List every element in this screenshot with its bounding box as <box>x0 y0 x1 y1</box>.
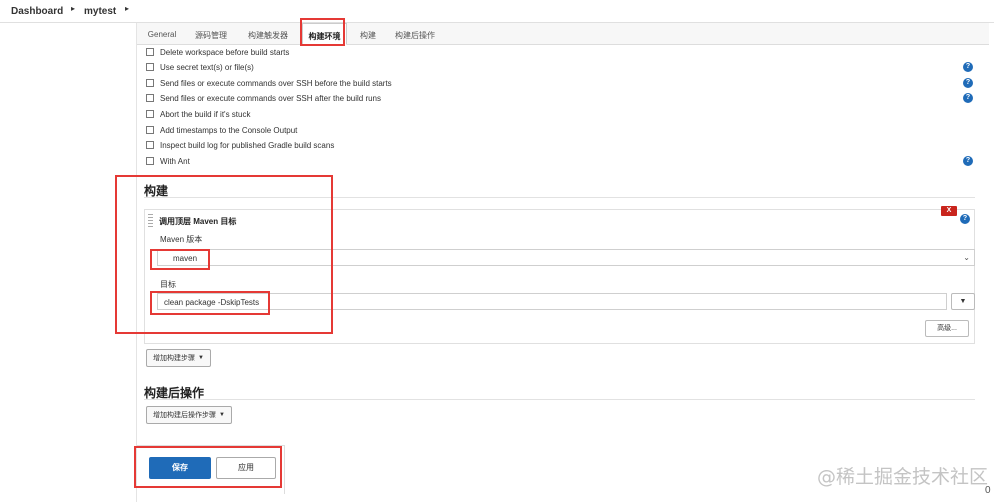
option-ssh-before[interactable]: Send files or execute commands over SSH … <box>146 77 392 89</box>
breadcrumb-dashboard-link[interactable]: Dashboard <box>11 6 63 17</box>
option-label: Use secret text(s) or file(s) <box>160 62 254 72</box>
build-step-title: 调用顶层 Maven 目标 <box>159 217 237 226</box>
breadcrumb: Dashboard ▸ mytest ▸ <box>0 0 994 23</box>
tab-general[interactable]: General <box>143 23 181 45</box>
breadcrumb-job-link[interactable]: mytest <box>84 6 116 17</box>
checkbox[interactable] <box>146 126 154 134</box>
option-label: Delete workspace before build starts <box>160 47 290 57</box>
maven-version-label: Maven 版本 <box>160 235 203 244</box>
option-label: Send files or execute commands over SSH … <box>160 78 392 88</box>
goals-value: clean package -DskipTests <box>164 298 260 307</box>
add-build-step-button[interactable]: 增加构建步骤 ▼ <box>146 349 211 367</box>
option-label: With Ant <box>160 156 190 166</box>
option-ssh-after[interactable]: Send files or execute commands over SSH … <box>146 92 381 104</box>
maven-version-value: maven <box>173 254 198 263</box>
option-with-ant[interactable]: With Ant <box>146 155 190 167</box>
chevron-down-icon: ⌄ <box>963 253 970 262</box>
section-divider <box>144 197 975 198</box>
section-divider <box>144 399 975 400</box>
drag-handle-icon[interactable] <box>148 214 153 227</box>
goals-label: 目标 <box>160 280 176 289</box>
help-icon[interactable]: ? <box>963 78 973 88</box>
apply-button[interactable]: 应用 <box>216 457 276 479</box>
checkbox[interactable] <box>146 157 154 165</box>
checkbox[interactable] <box>146 110 154 118</box>
chevron-right-icon[interactable]: ▸ <box>71 4 75 13</box>
maven-build-step: 调用顶层 Maven 目标 X ? Maven 版本 maven ⌄ 目标 cl… <box>144 206 975 344</box>
advanced-button[interactable]: 高级... <box>925 320 969 337</box>
edge-glyph: 0 <box>985 485 991 496</box>
tab-post-build[interactable]: 构建后操作 <box>389 23 441 45</box>
job-config-panel: General 源码管理 构建触发器 构建环境 构建 构建后操作 Delete … <box>136 23 989 502</box>
goals-input[interactable]: clean package -DskipTests <box>157 293 947 310</box>
checkbox[interactable] <box>146 63 154 71</box>
help-icon[interactable]: ? <box>963 62 973 72</box>
add-post-build-step-label: 增加构建后操作步骤 <box>153 412 216 419</box>
form-action-bar: 保存 应用 <box>137 445 285 494</box>
caret-down-icon: ▼ <box>198 355 204 361</box>
caret-down-icon: ▼ <box>219 412 225 418</box>
option-secret-text[interactable]: Use secret text(s) or file(s) <box>146 61 254 73</box>
tab-source-control[interactable]: 源码管理 <box>190 23 232 45</box>
option-gradle-scans[interactable]: Inspect build log for published Gradle b… <box>146 139 334 151</box>
delete-step-button[interactable]: X <box>941 206 957 216</box>
watermark-text: @稀土掘金技术社区 <box>817 466 989 488</box>
config-tabs: General 源码管理 构建触发器 构建环境 构建 构建后操作 <box>137 23 989 45</box>
option-delete-workspace[interactable]: Delete workspace before build starts <box>146 46 289 58</box>
chevron-right-icon[interactable]: ▸ <box>125 4 129 13</box>
option-label: Send files or execute commands over SSH … <box>160 93 381 103</box>
option-label: Abort the build if it's stuck <box>160 109 251 119</box>
save-button[interactable]: 保存 <box>149 457 211 479</box>
help-icon[interactable]: ? <box>963 156 973 166</box>
help-icon[interactable]: ? <box>963 93 973 103</box>
checkbox[interactable] <box>146 48 154 56</box>
add-post-build-step-button[interactable]: 增加构建后操作步骤 ▼ <box>146 406 232 424</box>
option-abort-stuck[interactable]: Abort the build if it's stuck <box>146 108 250 120</box>
option-timestamps[interactable]: Add timestamps to the Console Output <box>146 124 297 136</box>
checkbox[interactable] <box>146 141 154 149</box>
tab-build-triggers[interactable]: 构建触发器 <box>241 23 295 45</box>
tab-build-environment[interactable]: 构建环境 <box>302 23 347 45</box>
expand-goals-button[interactable]: ▼ <box>951 293 975 310</box>
option-label: Inspect build log for published Gradle b… <box>160 140 335 150</box>
tab-build[interactable]: 构建 <box>353 23 383 45</box>
checkbox[interactable] <box>146 79 154 87</box>
option-label: Add timestamps to the Console Output <box>160 125 298 135</box>
maven-version-select[interactable]: maven ⌄ <box>157 249 975 266</box>
help-icon[interactable]: ? <box>960 214 970 224</box>
checkbox[interactable] <box>146 94 154 102</box>
add-build-step-label: 增加构建步骤 <box>153 355 195 362</box>
